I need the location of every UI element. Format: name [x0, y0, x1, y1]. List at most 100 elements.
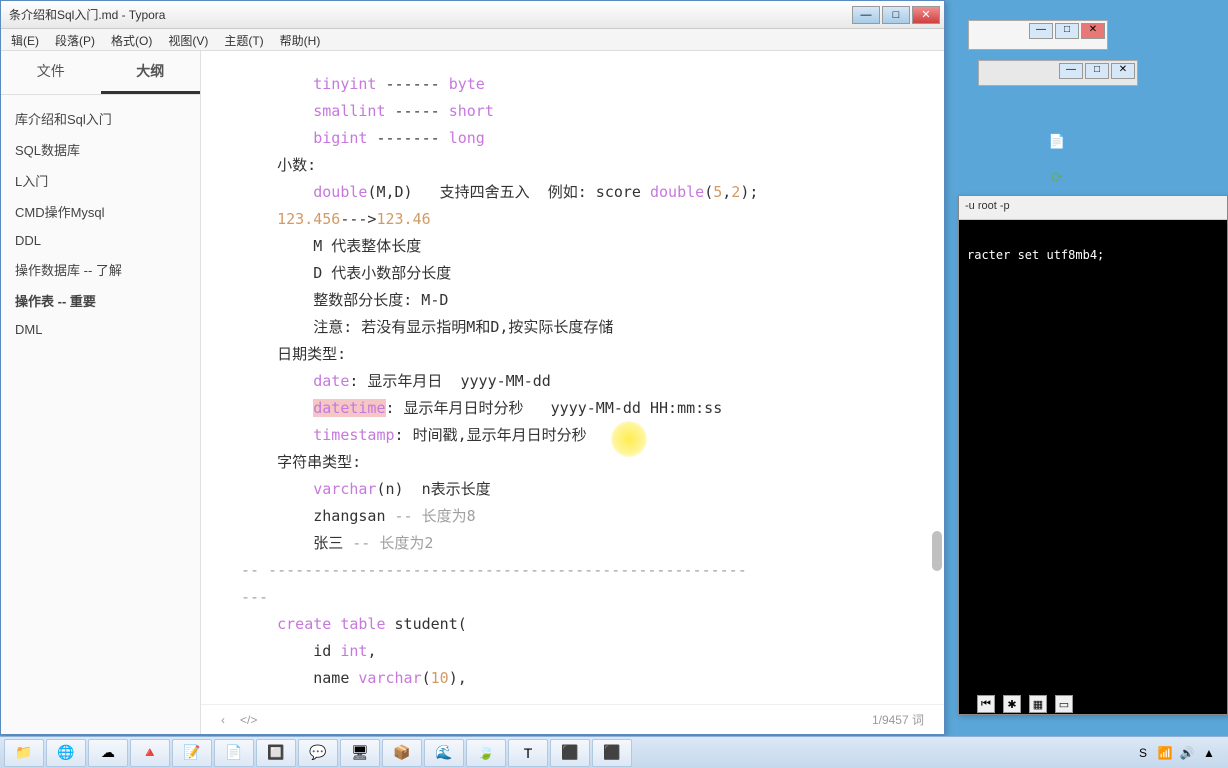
bg-close[interactable]: ✕	[1081, 23, 1105, 39]
cmd-body[interactable]: racter set utf8mb4;	[959, 220, 1227, 714]
outline-item[interactable]: 库介绍和Sql入门	[1, 103, 200, 134]
code-token: create	[277, 615, 331, 633]
code-token: long	[449, 129, 485, 147]
task-chrome[interactable]: 🌐	[46, 739, 86, 767]
code-text: (	[422, 669, 431, 687]
code-text: name	[277, 669, 358, 687]
window-title: 条介绍和Sql入门.md - Typora	[5, 6, 852, 23]
code-token: bigint	[313, 129, 367, 147]
menubar: 辑(E) 段落(P) 格式(O) 视图(V) 主题(T) 帮助(H)	[1, 29, 944, 51]
code-text: : 显示年月日 yyyy-MM-dd	[349, 372, 550, 390]
code-text: zhangsan	[313, 507, 394, 525]
footer-code-toggle[interactable]: </>	[240, 713, 257, 727]
ctrl-grid-icon[interactable]: ▦	[1029, 695, 1047, 713]
side-icon-1[interactable]: 📄	[1046, 130, 1068, 152]
footer-back[interactable]: ‹	[221, 713, 225, 727]
task-display[interactable]: 🖥	[340, 739, 380, 767]
menu-help[interactable]: 帮助(H)	[272, 29, 329, 50]
code-text: : 显示年月日时分秒 yyyy-MM-dd HH:mm:ss	[386, 399, 723, 417]
tray-sound[interactable]: 🔊	[1178, 744, 1196, 762]
side-toolbar: 📄 ⟳	[1046, 130, 1076, 188]
main-area: 文件 大纲 库介绍和Sql入门 SQL数据库 L入门 CMD操作Mysql DD…	[1, 51, 944, 734]
outline-item[interactable]: CMD操作Mysql	[1, 196, 200, 227]
task-terminal2[interactable]: ⬛	[592, 739, 632, 767]
code-comment: -- 长度为2	[352, 534, 433, 552]
code-num: 5	[713, 183, 722, 201]
task-app3[interactable]: 🍃	[466, 739, 506, 767]
code-text: );	[740, 183, 758, 201]
code-text: -------	[367, 129, 448, 147]
bg-minimize-2[interactable]: —	[1059, 63, 1083, 79]
task-edge[interactable]: 🌊	[424, 739, 464, 767]
menu-theme[interactable]: 主题(T)	[216, 29, 271, 50]
code-text: --->	[340, 210, 376, 228]
sidebar-tabs: 文件 大纲	[1, 51, 200, 95]
code-text: ,	[722, 183, 731, 201]
code-num: 2	[731, 183, 740, 201]
menu-paragraph[interactable]: 段落(P)	[47, 29, 103, 50]
code-token: varchar	[358, 669, 421, 687]
scrollbar-thumb[interactable]	[932, 531, 942, 571]
bg-maximize[interactable]: □	[1055, 23, 1079, 39]
menu-edit[interactable]: 辑(E)	[3, 29, 47, 50]
code-text: 日期类型:	[277, 345, 346, 363]
outline-item[interactable]: SQL数据库	[1, 134, 200, 165]
bg-close-2[interactable]: ✕	[1111, 63, 1135, 79]
outline-item[interactable]: 操作数据库 -- 了解	[1, 254, 200, 285]
outline-item[interactable]: L入门	[1, 165, 200, 196]
tab-files[interactable]: 文件	[1, 51, 101, 94]
bg-minimize[interactable]: —	[1029, 23, 1053, 39]
side-icon-2[interactable]: ⟳	[1046, 166, 1068, 188]
tray-more[interactable]: ▲	[1200, 744, 1218, 762]
menu-format[interactable]: 格式(O)	[103, 29, 160, 50]
task-doc[interactable]: 📄	[214, 739, 254, 767]
tab-outline[interactable]: 大纲	[101, 51, 201, 94]
task-app2[interactable]: 🔲	[256, 739, 296, 767]
bg-maximize-2[interactable]: □	[1085, 63, 1109, 79]
outline-item[interactable]: DML	[1, 316, 200, 343]
code-text: (M,D) 支持四舍五入 例如: score	[367, 183, 650, 201]
cmd-title: -u root -p	[959, 196, 1227, 220]
editor-content[interactable]: tinyint ------ byte smallint ----- short…	[201, 51, 944, 704]
code-token-highlighted: datetime	[313, 399, 385, 417]
code-text: id	[277, 642, 340, 660]
ctrl-settings-icon[interactable]: ✱	[1003, 695, 1021, 713]
tray-network[interactable]: 📶	[1156, 744, 1174, 762]
code-token: short	[449, 102, 494, 120]
task-explorer[interactable]: 📁	[4, 739, 44, 767]
menu-view[interactable]: 视图(V)	[160, 29, 216, 50]
editor[interactable]: tinyint ------ byte smallint ----- short…	[201, 51, 944, 734]
maximize-button[interactable]: □	[882, 6, 910, 24]
tray-ime[interactable]: S	[1134, 744, 1152, 762]
code-token: int	[340, 642, 367, 660]
editor-footer: ‹ </> 1/9457 词	[201, 704, 944, 734]
task-typora[interactable]: T	[508, 739, 548, 767]
code-divider: -- -------------------------------------…	[241, 557, 904, 584]
ctrl-prev-icon[interactable]: ⏮	[977, 695, 995, 713]
outline-item-active[interactable]: 操作表 -- 重要	[1, 285, 200, 316]
outline-item[interactable]: DDL	[1, 227, 200, 254]
task-notes[interactable]: 📝	[172, 739, 212, 767]
task-cloud[interactable]: ☁	[88, 739, 128, 767]
code-token: timestamp	[313, 426, 394, 444]
taskbar: 📁 🌐 ☁ 🔺 📝 📄 🔲 💬 🖥 📦 🌊 🍃 T ⬛ ⬛ S 📶 🔊 ▲	[0, 736, 1228, 768]
code-text: -----	[386, 102, 449, 120]
code-token: smallint	[313, 102, 385, 120]
close-button[interactable]: ✕	[912, 6, 940, 24]
code-text: 张三	[313, 534, 352, 552]
code-num: 123.46	[376, 210, 430, 228]
code-text: 小数:	[277, 156, 316, 174]
code-token: table	[331, 615, 385, 633]
bottom-controls: ⏮ ✱ ▦ ▭	[977, 695, 1073, 713]
word-count[interactable]: 1/9457 词	[872, 711, 924, 728]
code-token: double	[313, 183, 367, 201]
task-box[interactable]: 📦	[382, 739, 422, 767]
code-token: tinyint	[313, 75, 376, 93]
minimize-button[interactable]: —	[852, 6, 880, 24]
ctrl-layout-icon[interactable]: ▭	[1055, 695, 1073, 713]
bg-window-controls: — □ ✕	[968, 20, 1108, 50]
code-text: (	[704, 183, 713, 201]
task-app1[interactable]: 🔺	[130, 739, 170, 767]
task-chat[interactable]: 💬	[298, 739, 338, 767]
task-terminal1[interactable]: ⬛	[550, 739, 590, 767]
